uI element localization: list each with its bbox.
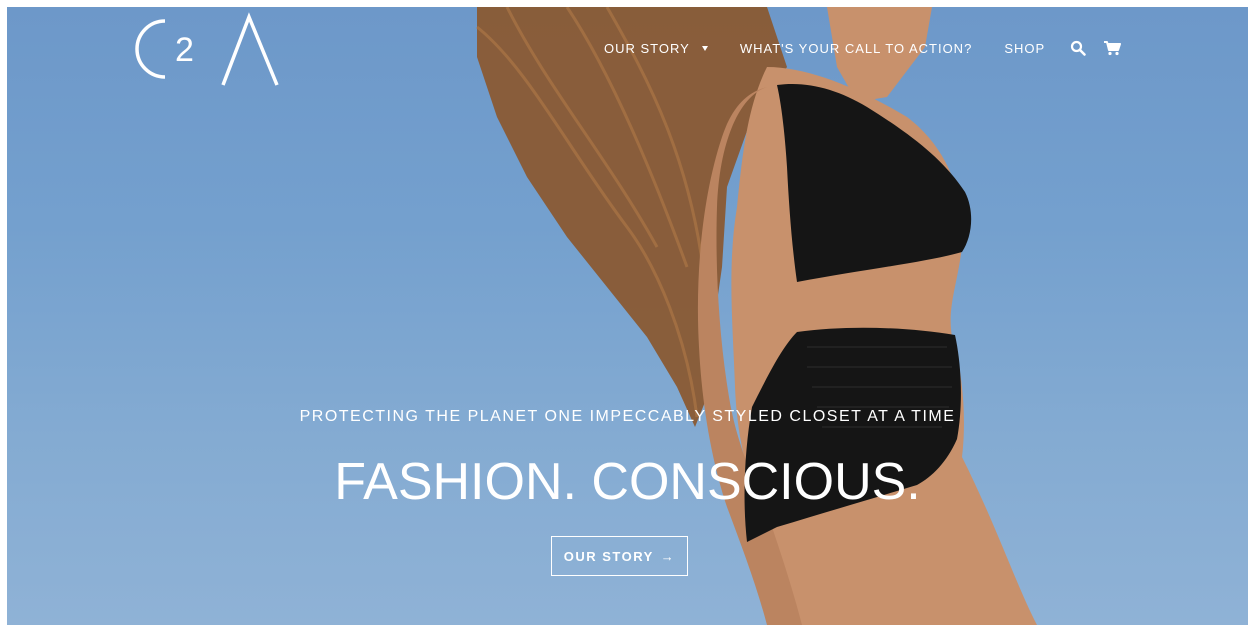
logo-two: 2 [175, 31, 194, 69]
hero-banner: 2 OUR STORY WHAT'S YOUR CALL TO ACTION? … [7, 7, 1248, 625]
hero-model-image [476, 7, 1037, 625]
nav-shop-label: SHOP [1004, 40, 1046, 56]
search-icon[interactable] [1069, 39, 1087, 57]
caret-down-icon [701, 46, 708, 51]
arrow-right-icon: → [660, 548, 676, 564]
hero-headline: FASHION. CONSCIOUS. [334, 453, 921, 511]
nav-our-story[interactable]: OUR STORY [604, 41, 708, 56]
nav-shop[interactable]: SHOP [1004, 41, 1045, 56]
c2a-logo[interactable]: 2 [125, 11, 280, 89]
cart-icon[interactable] [1103, 39, 1122, 57]
nav-our-story-label: OUR STORY [604, 40, 690, 56]
nav-call-to-action-label: WHAT'S YOUR CALL TO ACTION? [739, 40, 973, 56]
nav-call-to-action[interactable]: WHAT'S YOUR CALL TO ACTION? [740, 41, 972, 56]
main-nav: OUR STORY WHAT'S YOUR CALL TO ACTION? SH… [604, 37, 1122, 59]
bikini-top [777, 83, 972, 282]
our-story-button-label: OUR STORY [563, 548, 654, 564]
hero-tagline: PROTECTING THE PLANET ONE IMPECCABLY STY… [299, 408, 956, 425]
our-story-button[interactable]: OUR STORY → [551, 536, 688, 576]
